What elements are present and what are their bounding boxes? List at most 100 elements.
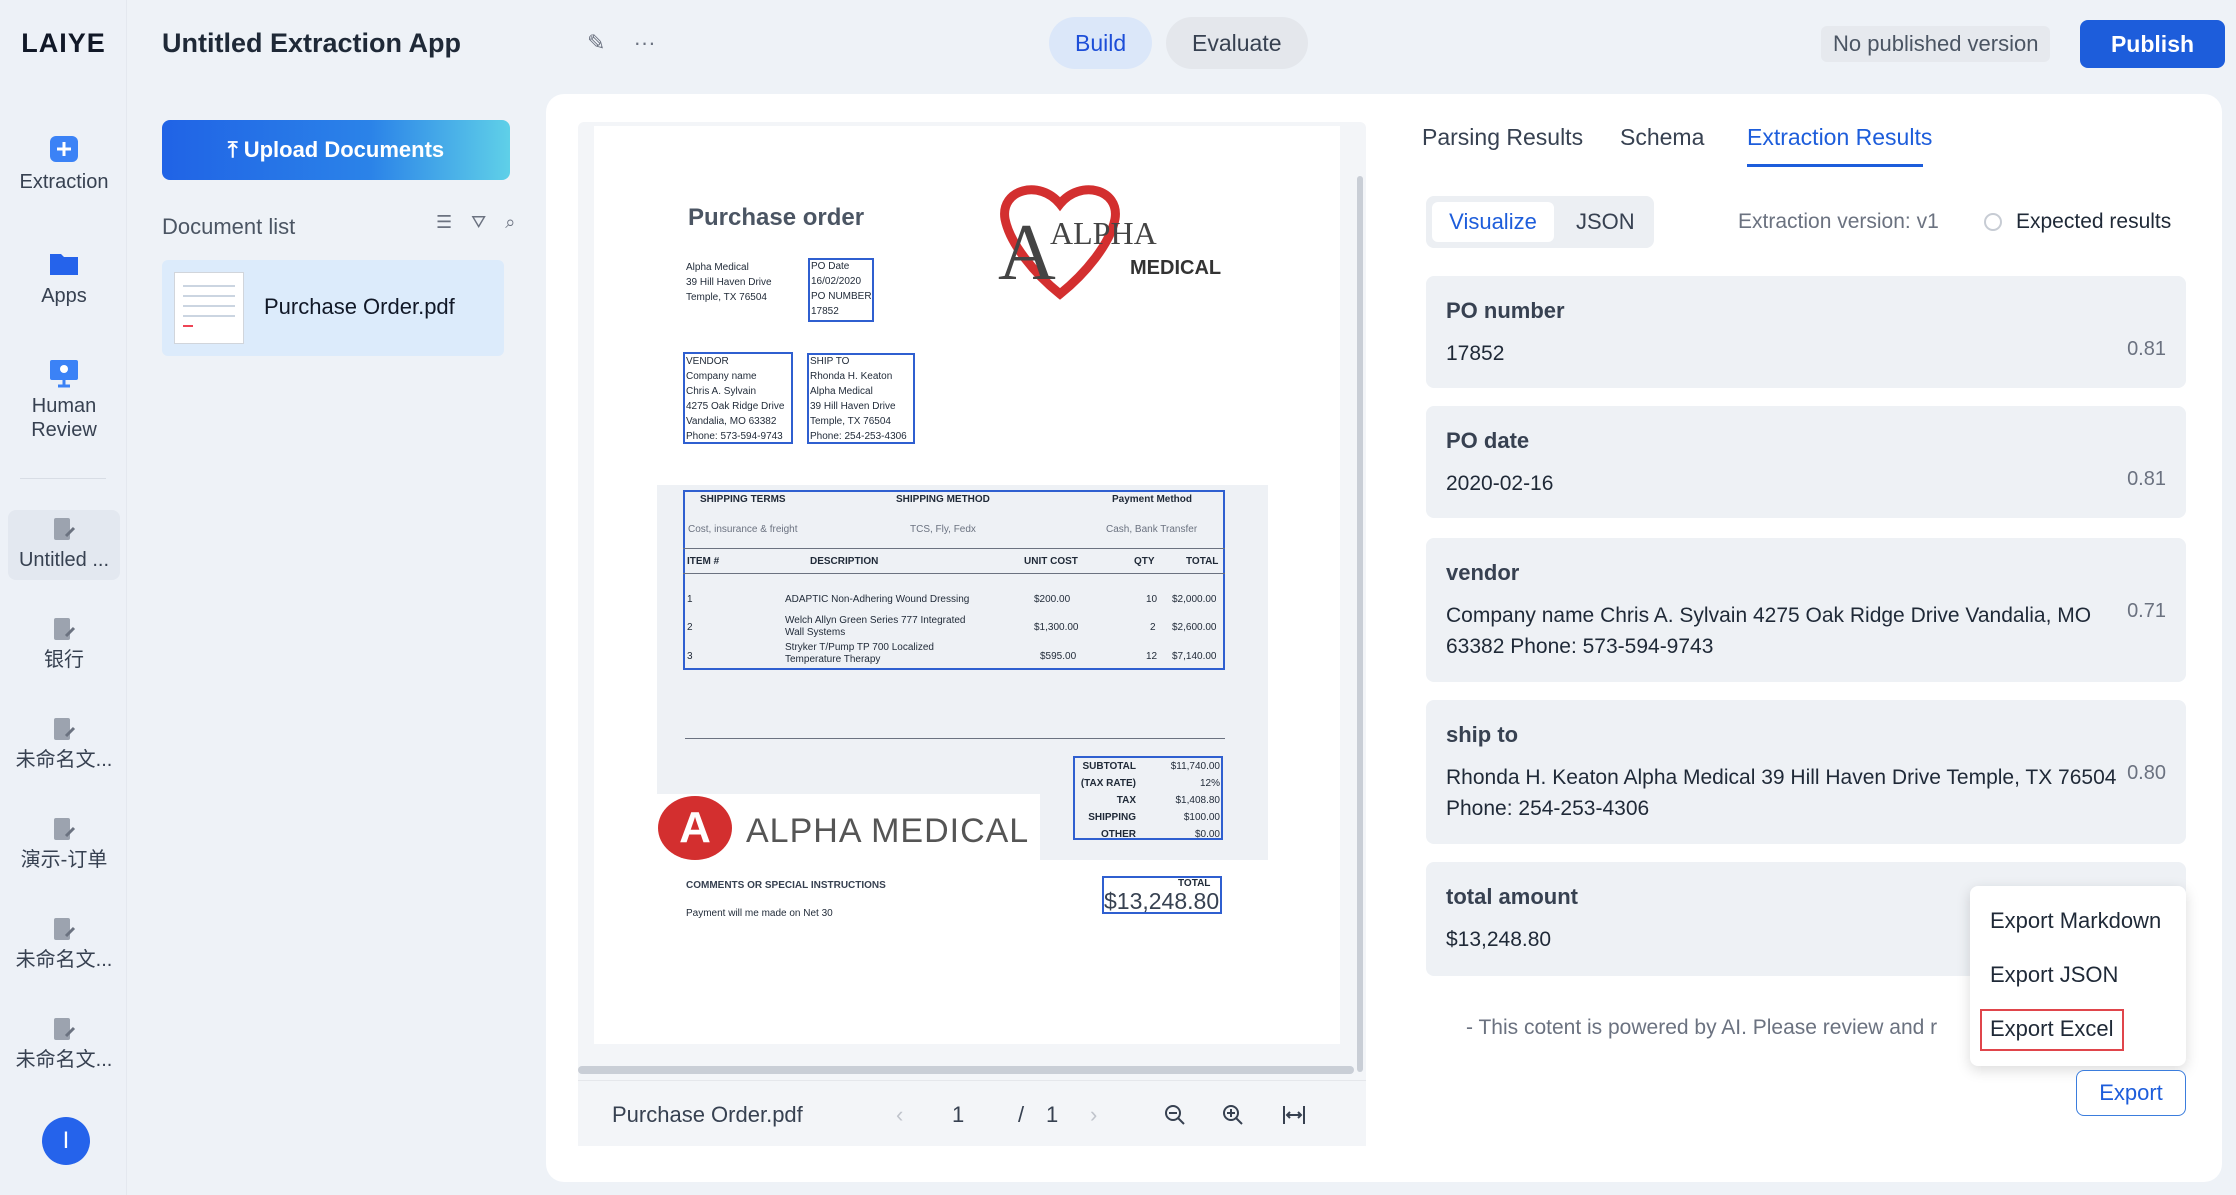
page-input[interactable]: 1 bbox=[952, 1102, 964, 1128]
rail-item-apps[interactable]: Apps bbox=[8, 248, 120, 308]
edit-pencil-icon[interactable]: ✎ bbox=[587, 30, 605, 55]
rail-recent-label: Untitled ... bbox=[18, 549, 110, 571]
app-title: Untitled Extraction App bbox=[162, 28, 462, 58]
zoom-in-icon[interactable] bbox=[1222, 1104, 1244, 1126]
page-separator: / bbox=[1018, 1102, 1025, 1127]
item-cell: Stryker T/Pump TP 700 Localized Temperat… bbox=[785, 642, 934, 665]
upload-documents-button[interactable]: ⤒ Upload Documents bbox=[162, 120, 510, 180]
extraction-version[interactable]: Extraction version: v1 bbox=[1738, 210, 1939, 234]
confidence-score: 0.80 bbox=[2127, 762, 2166, 784]
expected-results-label: Expected results bbox=[2016, 210, 2172, 233]
item-cell: 3 bbox=[687, 651, 693, 662]
alpha-medical-logo: A ALPHA MEDICAL bbox=[998, 185, 1221, 300]
rail-recent-app[interactable]: 未命名文... bbox=[8, 1016, 120, 1072]
horizontal-scrollbar[interactable] bbox=[578, 1066, 1354, 1074]
alpha-banner-letter: A bbox=[658, 796, 732, 860]
rail-label-apps: Apps bbox=[41, 285, 87, 307]
alpha-banner-text: ALPHA MEDICAL bbox=[746, 812, 1030, 850]
publish-button[interactable]: Publish bbox=[2080, 20, 2225, 68]
confidence-score: 0.81 bbox=[2127, 468, 2166, 490]
rail-recent-label: 未命名文... bbox=[15, 949, 113, 971]
export-markdown-item[interactable]: Export Markdown bbox=[1990, 908, 2161, 934]
rail-recent-app[interactable]: 未命名文... bbox=[8, 716, 120, 772]
search-icon[interactable]: ⌕ bbox=[505, 212, 515, 232]
viewer-file-name: Purchase Order.pdf bbox=[612, 1102, 803, 1127]
item-header: DESCRIPTION bbox=[810, 556, 879, 567]
export-json-item[interactable]: Export JSON bbox=[1990, 962, 2118, 988]
field-card[interactable]: PO date 2020-02-16 0.81 bbox=[1426, 406, 2186, 518]
active-tab-underline bbox=[1747, 164, 1923, 167]
document-list-label: Document list bbox=[162, 214, 296, 239]
export-button[interactable]: Export bbox=[2076, 1070, 2186, 1116]
rail-recent-app[interactable]: Untitled ... bbox=[8, 510, 120, 580]
tab-extraction-results[interactable]: Extraction Results bbox=[1747, 124, 1932, 151]
zoom-out-icon[interactable] bbox=[1164, 1104, 1186, 1126]
item-cell: $1,300.00 bbox=[1034, 622, 1079, 633]
brand-logo: LAIYE bbox=[21, 28, 106, 58]
list-sort-icon[interactable]: ☰ bbox=[436, 212, 452, 232]
confidence-score: 0.71 bbox=[2127, 600, 2166, 622]
po-ship-to-block: SHIP TO Rhonda H. Keaton Alpha Medical 39 H… bbox=[810, 356, 907, 442]
item-header: QTY bbox=[1134, 556, 1155, 567]
item-header: ITEM # bbox=[687, 556, 720, 567]
item-cell: Welch Allyn Green Series 777 Integrated … bbox=[785, 615, 966, 638]
document-edit-icon bbox=[54, 1018, 76, 1040]
po-title: Purchase order bbox=[688, 204, 865, 231]
tab-parsing-results[interactable]: Parsing Results bbox=[1422, 124, 1583, 151]
field-label: total amount bbox=[1446, 884, 1578, 909]
json-toggle[interactable]: JSON bbox=[1576, 202, 1635, 242]
terms-header-shipping-method: SHIPPING METHOD bbox=[896, 494, 990, 505]
prev-page-icon[interactable]: ‹ bbox=[896, 1102, 903, 1128]
item-cell: $7,140.00 bbox=[1172, 651, 1217, 662]
field-value: 17852 bbox=[1446, 342, 1505, 365]
rail-item-extraction[interactable]: Extraction bbox=[8, 134, 120, 194]
filter-icon[interactable]: ⛛ bbox=[471, 212, 486, 232]
terms-value: TCS, Fly, Fedx bbox=[910, 524, 976, 535]
item-cell: 10 bbox=[1146, 594, 1158, 605]
field-value: 2020-02-16 bbox=[1446, 472, 1554, 495]
document-thumbnail bbox=[174, 272, 244, 344]
rail-recent-app[interactable]: 未命名文... bbox=[8, 916, 120, 972]
expected-results-radio[interactable] bbox=[1984, 213, 2002, 231]
user-avatar[interactable]: I bbox=[42, 1117, 90, 1165]
rail-recent-app[interactable]: 银行 bbox=[8, 616, 120, 672]
visualize-toggle[interactable]: Visualize bbox=[1432, 202, 1554, 242]
more-options-icon[interactable]: ··· bbox=[634, 30, 656, 55]
rail-item-human-review[interactable]: Human Review bbox=[8, 358, 120, 442]
rail-recent-label: 未命名文... bbox=[15, 749, 113, 771]
top-bar: Untitled Extraction App ✎ ··· Build Eval… bbox=[127, 0, 2236, 88]
item-cell: $2,000.00 bbox=[1172, 594, 1217, 605]
fit-width-icon[interactable] bbox=[1282, 1104, 1306, 1126]
field-card[interactable]: ship to Rhonda H. Keaton Alpha Medical 3… bbox=[1426, 700, 2186, 844]
summary-labels: SUBTOTAL (TAX RATE) TAX SHIPPING OTHER bbox=[1080, 761, 1136, 840]
tab-schema[interactable]: Schema bbox=[1620, 124, 1704, 151]
item-cell: ADAPTIC Non-Adhering Wound Dressing bbox=[785, 594, 970, 605]
field-label: PO date bbox=[1446, 428, 1530, 453]
rail-recent-label: 演示-订单 bbox=[20, 849, 108, 871]
field-card[interactable]: PO number 17852 0.81 bbox=[1426, 276, 2186, 388]
terms-header-payment: Payment Method bbox=[1112, 494, 1193, 505]
rail-recent-label: 未命名文... bbox=[15, 1049, 113, 1071]
total-pages: 1 bbox=[1046, 1102, 1059, 1127]
left-rail: LAIYE Extraction Apps Human Review Untit… bbox=[0, 0, 127, 1195]
item-cell: 2 bbox=[1150, 622, 1156, 633]
next-page-icon[interactable]: › bbox=[1090, 1102, 1097, 1128]
document-list-item[interactable]: Purchase Order.pdf bbox=[162, 260, 504, 356]
terms-value: Cost, insurance & freight bbox=[688, 524, 798, 535]
build-tab[interactable]: Build bbox=[1049, 17, 1153, 69]
item-header: UNIT COST bbox=[1024, 556, 1078, 567]
comments-text: Payment will me made on Net 30 bbox=[686, 908, 833, 919]
field-label: ship to bbox=[1446, 722, 1519, 747]
evaluate-tab[interactable]: Evaluate bbox=[1166, 17, 1308, 69]
rail-label-extraction: Extraction bbox=[19, 171, 109, 193]
document-name: Purchase Order.pdf bbox=[264, 294, 455, 319]
upload-icon: ⤒ bbox=[227, 137, 244, 162]
field-label: PO number bbox=[1446, 298, 1565, 323]
version-status: No published version bbox=[1821, 26, 2051, 62]
human-review-icon bbox=[50, 360, 78, 388]
rail-recent-app[interactable]: 演示-订单 bbox=[8, 816, 120, 872]
field-card[interactable]: vendor Company name Chris A. Sylvain 427… bbox=[1426, 538, 2186, 682]
total-value: $13,248.80 bbox=[1104, 888, 1220, 914]
vertical-scrollbar[interactable] bbox=[1357, 176, 1363, 1072]
export-excel-item[interactable]: Export Excel bbox=[1990, 1016, 2114, 1042]
